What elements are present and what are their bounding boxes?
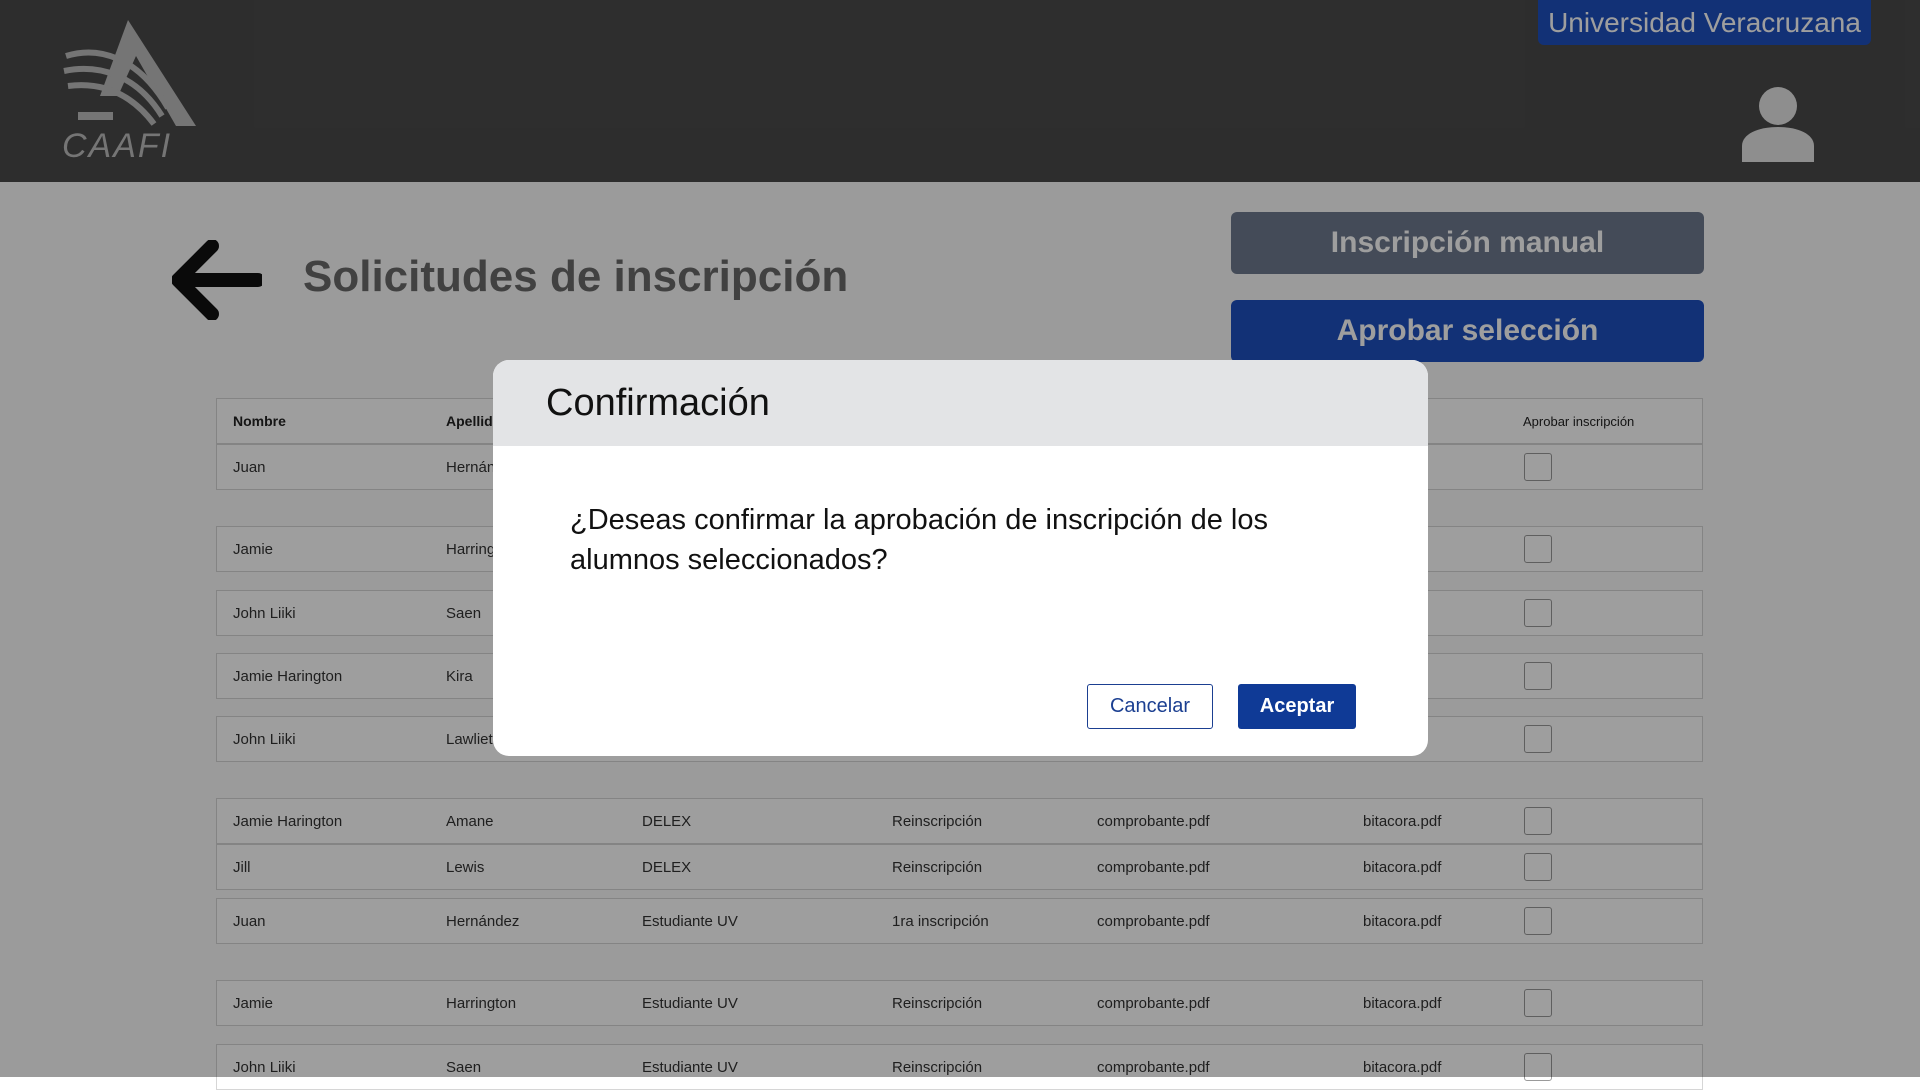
dialog-message: ¿Deseas confirmar la aprobación de inscr… <box>570 504 1268 576</box>
confirmation-dialog: Confirmación ¿Deseas confirmar la aproba… <box>493 360 1428 756</box>
dialog-title: Confirmación <box>546 382 770 424</box>
accept-button[interactable]: Aceptar <box>1238 684 1356 729</box>
cancel-button[interactable]: Cancelar <box>1087 684 1213 729</box>
dialog-header: Confirmación <box>493 360 1428 446</box>
